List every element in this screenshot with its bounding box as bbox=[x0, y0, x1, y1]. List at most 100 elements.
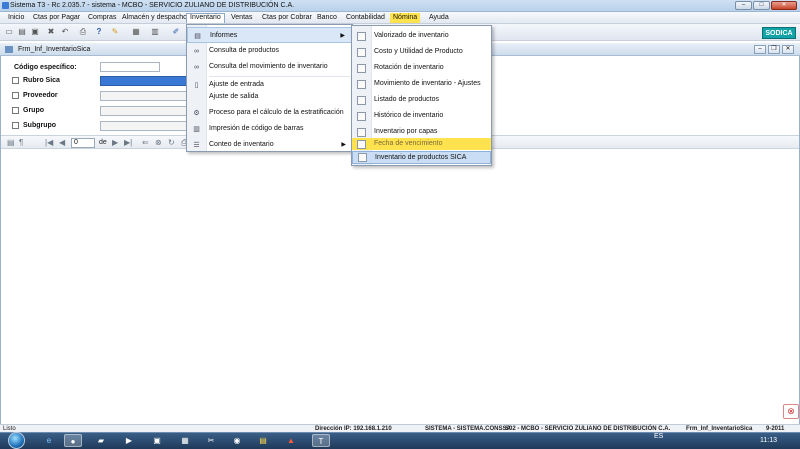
menu-item-label: Inventario de productos SICA bbox=[375, 154, 467, 161]
stop-icon[interactable]: ⊗ bbox=[155, 138, 162, 148]
app-icon-3[interactable]: ✂ bbox=[202, 434, 220, 447]
open-icon[interactable]: ▤ bbox=[17, 27, 27, 37]
menu-almacen[interactable]: Almacén y despacho bbox=[119, 13, 190, 23]
prev-page-icon[interactable]: ◀ bbox=[59, 138, 65, 148]
undo-icon[interactable]: ↶ bbox=[60, 27, 70, 37]
save-icon[interactable]: ▣ bbox=[30, 27, 40, 37]
binoculars-icon: ∞ bbox=[194, 64, 199, 71]
menu-compras[interactable]: Compras bbox=[85, 13, 119, 23]
document-icon bbox=[357, 48, 366, 57]
menu-nomina[interactable]: Nómina bbox=[390, 13, 421, 23]
proveedor-checkbox[interactable] bbox=[12, 92, 19, 99]
menu-item-label: Impresión de código de barras bbox=[209, 125, 304, 132]
binoculars-icon: ∞ bbox=[194, 48, 199, 55]
menu-item-ajuste-salida[interactable]: Ajuste de salida bbox=[187, 89, 352, 105]
app-icon-4[interactable]: ◉ bbox=[228, 434, 246, 447]
window-title-bar: Sistema T3 - Rc 2.035.7 - sistema - MCBO… bbox=[0, 0, 800, 12]
folder-icon[interactable]: ▥ bbox=[150, 27, 160, 37]
grupo-label: Grupo bbox=[23, 107, 44, 114]
menu-item-informes[interactable]: ▤ Informes ▶ bbox=[187, 27, 352, 43]
menu-item-listado-productos[interactable]: Listado de productos bbox=[352, 92, 491, 108]
menu-ctas-por-cobrar[interactable]: Ctas por Cobrar bbox=[259, 13, 315, 23]
tree-icon[interactable]: ¶ bbox=[19, 138, 23, 148]
menu-banco[interactable]: Banco bbox=[314, 13, 340, 23]
subgrupo-checkbox[interactable] bbox=[12, 122, 19, 129]
minimize-button[interactable]: – bbox=[735, 1, 752, 10]
clock[interactable]: 11:13 bbox=[760, 437, 777, 444]
company-badge: SODICA bbox=[762, 27, 796, 39]
document-icon bbox=[358, 153, 367, 162]
inventario-menu: ▤ Informes ▶ ∞ Consulta de productos ∞ C… bbox=[186, 24, 353, 152]
child-restore-button[interactable]: ❐ bbox=[768, 45, 780, 54]
menu-contabilidad[interactable]: Contabilidad bbox=[343, 13, 388, 23]
menu-item-label: Listado de productos bbox=[374, 96, 439, 103]
grupo-checkbox[interactable] bbox=[12, 107, 19, 114]
explorer-icon[interactable]: ▰ bbox=[92, 434, 110, 447]
media-icon[interactable]: ▶ bbox=[120, 434, 138, 447]
refresh-icon[interactable]: ↻ bbox=[168, 138, 175, 148]
menu-item-estratificacion[interactable]: ⚙ Proceso para el cálculo de la estratif… bbox=[187, 105, 352, 121]
print-icon[interactable]: ⎙ bbox=[78, 27, 88, 37]
menu-item-label: Histórico de inventario bbox=[374, 112, 444, 119]
page-number-input[interactable]: 0 bbox=[71, 138, 95, 148]
export-icon[interactable]: ▤ bbox=[7, 138, 15, 148]
start-button[interactable] bbox=[8, 432, 25, 449]
delete-icon[interactable]: ✖ bbox=[46, 27, 56, 37]
menu-inicio[interactable]: Inicio bbox=[5, 13, 27, 23]
proveedor-label: Proveedor bbox=[23, 92, 58, 99]
maximize-button[interactable]: □ bbox=[753, 1, 770, 10]
new-icon[interactable]: ▭ bbox=[4, 27, 14, 37]
menu-item-historico[interactable]: Histórico de inventario bbox=[352, 108, 491, 124]
document-icon bbox=[357, 32, 366, 41]
last-page-icon[interactable]: ▶| bbox=[124, 138, 132, 148]
subgrupo-label: Subgrupo bbox=[23, 122, 57, 129]
menu-item-codigo-barras[interactable]: ▥ Impresión de código de barras bbox=[187, 121, 352, 137]
menu-inventario[interactable]: Inventario bbox=[186, 13, 225, 23]
child-close-button[interactable]: ✕ bbox=[782, 45, 794, 54]
menu-item-valorizado[interactable]: Valorizado de inventario bbox=[352, 28, 491, 44]
submenu-arrow-icon: ▶ bbox=[341, 142, 346, 148]
submenu-arrow-icon: ▶ bbox=[340, 33, 345, 39]
grupo-select[interactable] bbox=[100, 106, 190, 116]
window-title: Sistema T3 - Rc 2.035.7 - sistema - MCBO… bbox=[10, 2, 295, 9]
menu-item-rotacion[interactable]: Rotación de inventario bbox=[352, 60, 491, 76]
menu-ctas-por-pagar[interactable]: Ctas por Pagar bbox=[30, 13, 83, 23]
first-page-icon[interactable]: |◀ bbox=[45, 138, 53, 148]
menu-ventas[interactable]: Ventas bbox=[228, 13, 255, 23]
menu-item-costo-utilidad[interactable]: Costo y Utilidad de Producto bbox=[352, 44, 491, 60]
subgrupo-select[interactable] bbox=[100, 121, 190, 131]
app-icon-1[interactable]: ▣ bbox=[148, 434, 166, 447]
menu-item-inventario-sica[interactable]: Inventario de productos SICA bbox=[352, 151, 491, 164]
menu-item-movimiento-ajustes[interactable]: Movimiento de inventario - Ajustes bbox=[352, 76, 491, 92]
gear-icon: ⚙ bbox=[193, 110, 200, 117]
close-button[interactable]: ✕ bbox=[771, 1, 797, 10]
calculator-icon[interactable]: ▦ bbox=[131, 27, 141, 37]
chrome-icon[interactable]: ● bbox=[64, 434, 82, 447]
menu-item-label: Costo y Utilidad de Producto bbox=[374, 48, 463, 55]
menu-item-label: Ajuste de salida bbox=[209, 93, 259, 100]
language-indicator[interactable]: ES bbox=[654, 433, 663, 440]
back-icon[interactable]: ⇐ bbox=[142, 138, 149, 148]
brush-icon[interactable]: ✎ bbox=[110, 27, 120, 37]
rubro-checkbox[interactable] bbox=[12, 77, 19, 84]
ie-icon[interactable]: e bbox=[40, 434, 58, 447]
app-icon-2[interactable]: ▦ bbox=[176, 434, 194, 447]
menu-item-label: Movimiento de inventario - Ajustes bbox=[374, 80, 481, 87]
codigo-input[interactable] bbox=[100, 62, 160, 72]
error-close-icon[interactable]: ⊗ bbox=[783, 404, 799, 419]
pen-icon[interactable]: ✐ bbox=[171, 27, 181, 37]
next-page-icon[interactable]: ▶ bbox=[112, 138, 118, 148]
menu-ayuda[interactable]: Ayuda bbox=[426, 13, 452, 23]
app-icon-5[interactable]: ▤ bbox=[254, 434, 272, 447]
menu-item-consulta-movimiento[interactable]: ∞ Consulta del movimiento de inventario bbox=[187, 59, 352, 75]
rubro-select[interactable] bbox=[100, 76, 190, 86]
help-icon[interactable]: ? bbox=[94, 27, 104, 37]
menu-item-conteo-inventario[interactable]: ☰ Conteo de inventario ▶ bbox=[187, 137, 352, 153]
menu-item-consulta-productos[interactable]: ∞ Consulta de productos bbox=[187, 43, 352, 59]
proveedor-select[interactable] bbox=[100, 91, 190, 101]
menu-item-fecha-vencimiento[interactable]: Fecha de vencimiento bbox=[352, 138, 491, 150]
pdf-icon[interactable]: ▲ bbox=[282, 434, 300, 447]
child-minimize-button[interactable]: – bbox=[754, 45, 766, 54]
sistema-t3-icon[interactable]: T bbox=[312, 434, 330, 447]
document-icon bbox=[357, 80, 366, 89]
